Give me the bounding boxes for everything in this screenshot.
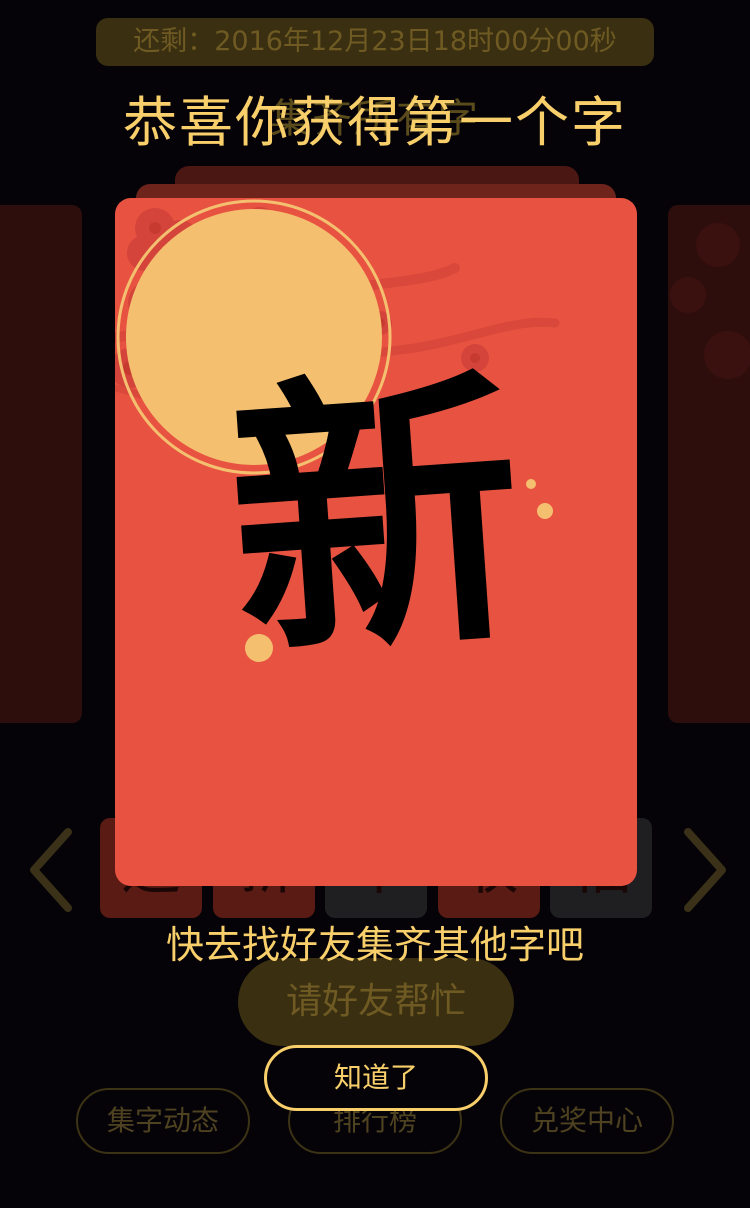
next-card[interactable] bbox=[668, 205, 750, 723]
obtained-character: 新 bbox=[219, 338, 533, 698]
got-it-button[interactable]: 知道了 bbox=[264, 1045, 488, 1111]
prev-arrow-icon[interactable] bbox=[26, 826, 76, 914]
character-card: 新 bbox=[115, 198, 637, 886]
collect-hint: 快去找好友集齐其他字吧 bbox=[165, 923, 584, 967]
congrats-title: 恭喜你获得第一个字 bbox=[123, 91, 627, 154]
ask-friends-button[interactable]: 请好友帮忙 bbox=[238, 958, 514, 1046]
blossom-pattern-icon bbox=[670, 223, 750, 379]
collect-feed-button[interactable]: 集字动态 bbox=[76, 1088, 250, 1154]
prize-center-button[interactable]: 兑奖中心 bbox=[500, 1088, 674, 1154]
next-arrow-icon[interactable] bbox=[680, 826, 730, 914]
previous-card[interactable] bbox=[0, 205, 82, 723]
countdown-banner: 还剩：2016年12月23日18时00分00秒 bbox=[96, 18, 654, 66]
